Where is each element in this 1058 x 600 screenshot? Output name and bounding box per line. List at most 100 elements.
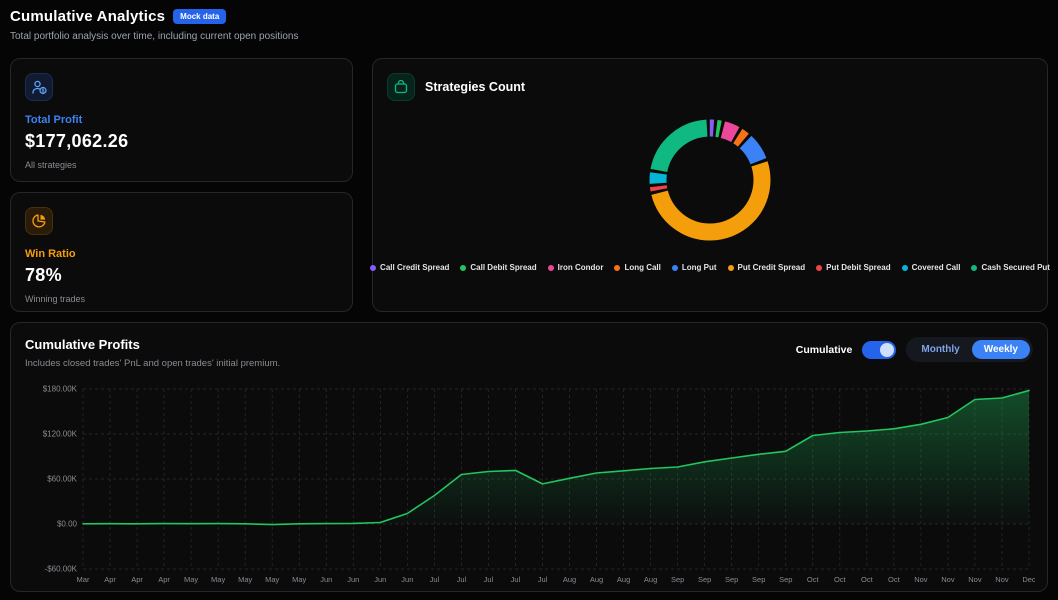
strategies-count-title: Strategies Count: [425, 80, 525, 94]
legend-label: Call Debit Spread: [470, 263, 536, 272]
svg-text:Jul: Jul: [457, 575, 467, 584]
svg-text:Oct: Oct: [807, 575, 820, 584]
legend-label: Put Credit Spread: [738, 263, 806, 272]
svg-text:Sep: Sep: [779, 575, 792, 584]
legend-item[interactable]: Covered Call: [902, 263, 961, 272]
legend-item[interactable]: Put Credit Spread: [728, 263, 806, 272]
legend-dot: [902, 265, 908, 271]
svg-text:Nov: Nov: [995, 575, 1009, 584]
legend-item[interactable]: Long Put: [672, 263, 717, 272]
win-icon-box: [25, 207, 53, 235]
legend-label: Long Put: [682, 263, 717, 272]
svg-text:Jul: Jul: [484, 575, 494, 584]
legend-dot: [460, 265, 466, 271]
svg-text:Nov: Nov: [968, 575, 982, 584]
svg-text:Aug: Aug: [563, 575, 576, 584]
svg-text:$120.00K: $120.00K: [43, 430, 78, 439]
svg-text:$0.00: $0.00: [57, 520, 78, 529]
svg-text:$180.00K: $180.00K: [43, 385, 78, 394]
svg-text:Sep: Sep: [671, 575, 684, 584]
svg-text:Apr: Apr: [158, 575, 170, 584]
profits-title: Cumulative Profits: [25, 337, 280, 352]
legend-dot: [370, 265, 376, 271]
svg-text:Sep: Sep: [725, 575, 738, 584]
svg-text:Jun: Jun: [320, 575, 332, 584]
svg-text:Aug: Aug: [590, 575, 603, 584]
win-ratio-value: 78%: [25, 265, 338, 286]
svg-text:Nov: Nov: [941, 575, 955, 584]
page-subtitle: Total portfolio analysis over time, incl…: [10, 31, 299, 42]
svg-text:Dec: Dec: [1022, 575, 1035, 584]
strategies-donut-chart[interactable]: [635, 105, 785, 255]
legend-item[interactable]: Long Call: [614, 263, 660, 272]
total-profit-label: Total Profit: [25, 114, 338, 126]
legend-label: Covered Call: [912, 263, 961, 272]
legend-label: Iron Condor: [558, 263, 604, 272]
svg-text:May: May: [292, 575, 306, 584]
svg-text:May: May: [184, 575, 198, 584]
cumulative-profits-chart[interactable]: $180.00K $120.00K $60.00K $0.00 -$60.00KMar A…: [25, 383, 1035, 588]
svg-text:$: $: [42, 88, 45, 94]
svg-text:Aug: Aug: [617, 575, 630, 584]
svg-text:Sep: Sep: [752, 575, 765, 584]
svg-text:Jun: Jun: [374, 575, 386, 584]
total-profit-card: $ Total Profit $177,062.26 All strategie…: [10, 58, 353, 182]
legend-item[interactable]: Put Debit Spread: [816, 263, 890, 272]
legend-dot: [614, 265, 620, 271]
legend-dot: [971, 265, 977, 271]
svg-text:Aug: Aug: [644, 575, 657, 584]
svg-text:Nov: Nov: [914, 575, 928, 584]
cumulative-toggle[interactable]: [862, 341, 896, 359]
pie-chart-icon: [31, 213, 47, 229]
svg-text:Oct: Oct: [861, 575, 874, 584]
strategies-count-card: Strategies Count Call Credit SpreadCall …: [372, 58, 1048, 312]
period-option-monthly[interactable]: Monthly: [909, 340, 971, 359]
toggle-knob: [880, 343, 894, 357]
svg-text:May: May: [265, 575, 279, 584]
legend-item[interactable]: Cash Secured Put: [971, 263, 1049, 272]
period-option-weekly[interactable]: Weekly: [972, 340, 1030, 359]
legend-label: Long Call: [624, 263, 660, 272]
svg-text:Oct: Oct: [834, 575, 847, 584]
win-ratio-label: Win Ratio: [25, 248, 338, 260]
svg-text:May: May: [211, 575, 225, 584]
mock-data-badge: Mock data: [173, 9, 226, 24]
legend-item[interactable]: Call Credit Spread: [370, 263, 449, 272]
svg-text:Sep: Sep: [698, 575, 711, 584]
legend-dot: [816, 265, 822, 271]
win-ratio-card: Win Ratio 78% Winning trades: [10, 192, 353, 312]
svg-text:Jul: Jul: [538, 575, 548, 584]
svg-text:Jun: Jun: [347, 575, 359, 584]
svg-text:Apr: Apr: [131, 575, 143, 584]
profits-subtitle: Includes closed trades' PnL and open tra…: [25, 358, 280, 369]
analytics-page: Cumulative Analytics Mock data Total por…: [0, 0, 1058, 600]
user-dollar-icon: $: [31, 79, 47, 95]
svg-text:May: May: [238, 575, 252, 584]
win-ratio-caption: Winning trades: [25, 294, 338, 304]
bag-icon: [393, 79, 409, 95]
legend-label: Call Credit Spread: [380, 263, 449, 272]
period-selector: Monthly Weekly: [906, 337, 1033, 362]
svg-text:Apr: Apr: [104, 575, 116, 584]
legend-item[interactable]: Iron Condor: [548, 263, 604, 272]
svg-text:-$60.00K: -$60.00K: [45, 565, 78, 574]
legend-dot: [548, 265, 554, 271]
total-profit-caption: All strategies: [25, 160, 338, 170]
total-profit-value: $177,062.26: [25, 131, 338, 152]
legend-label: Put Debit Spread: [826, 263, 890, 272]
svg-text:Mar: Mar: [77, 575, 90, 584]
profit-icon-box: $: [25, 73, 53, 101]
page-header: Cumulative Analytics Mock data Total por…: [10, 8, 299, 42]
strategies-legend: Call Credit SpreadCall Debit SpreadIron …: [387, 263, 1033, 272]
legend-label: Cash Secured Put: [981, 263, 1049, 272]
page-title: Cumulative Analytics: [10, 8, 165, 25]
svg-text:Jul: Jul: [511, 575, 521, 584]
strategies-icon-box: [387, 73, 415, 101]
cumulative-toggle-label: Cumulative: [796, 344, 853, 356]
legend-dot: [672, 265, 678, 271]
legend-item[interactable]: Call Debit Spread: [460, 263, 536, 272]
svg-text:Jul: Jul: [430, 575, 440, 584]
svg-text:Jun: Jun: [401, 575, 413, 584]
svg-text:$60.00K: $60.00K: [47, 475, 77, 484]
legend-dot: [728, 265, 734, 271]
